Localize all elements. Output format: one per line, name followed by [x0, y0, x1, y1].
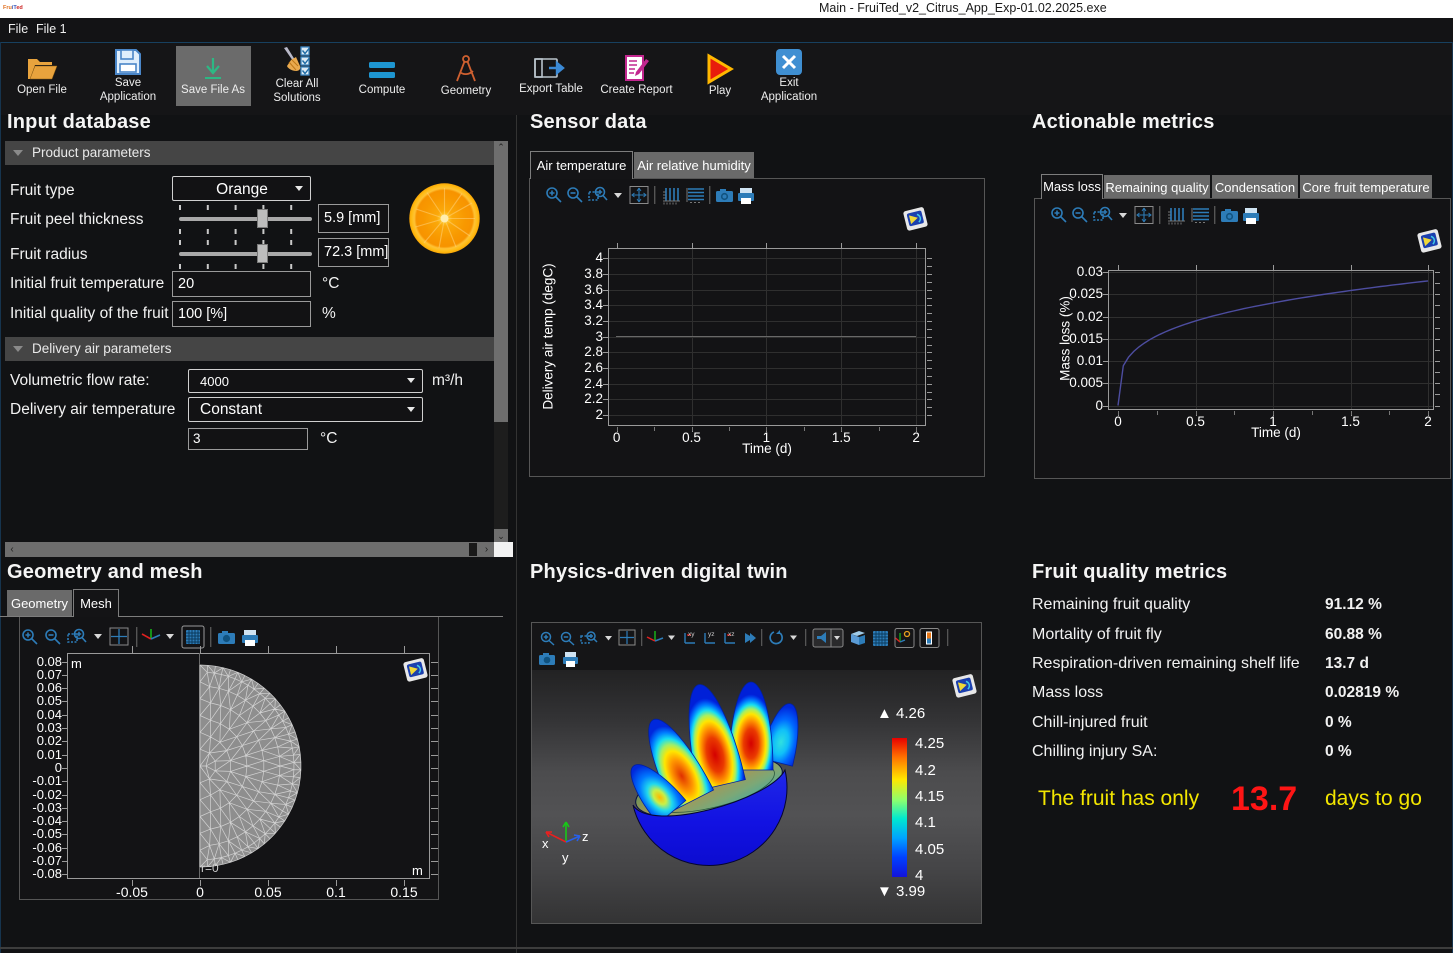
svg-text:xz: xz [728, 631, 735, 638]
svg-text:z: z [582, 829, 589, 844]
svg-text:y: y [562, 850, 569, 865]
svg-text:x: x [542, 836, 549, 851]
svg-text:xy: xy [688, 631, 695, 638]
svg-text:yz: yz [708, 631, 715, 638]
